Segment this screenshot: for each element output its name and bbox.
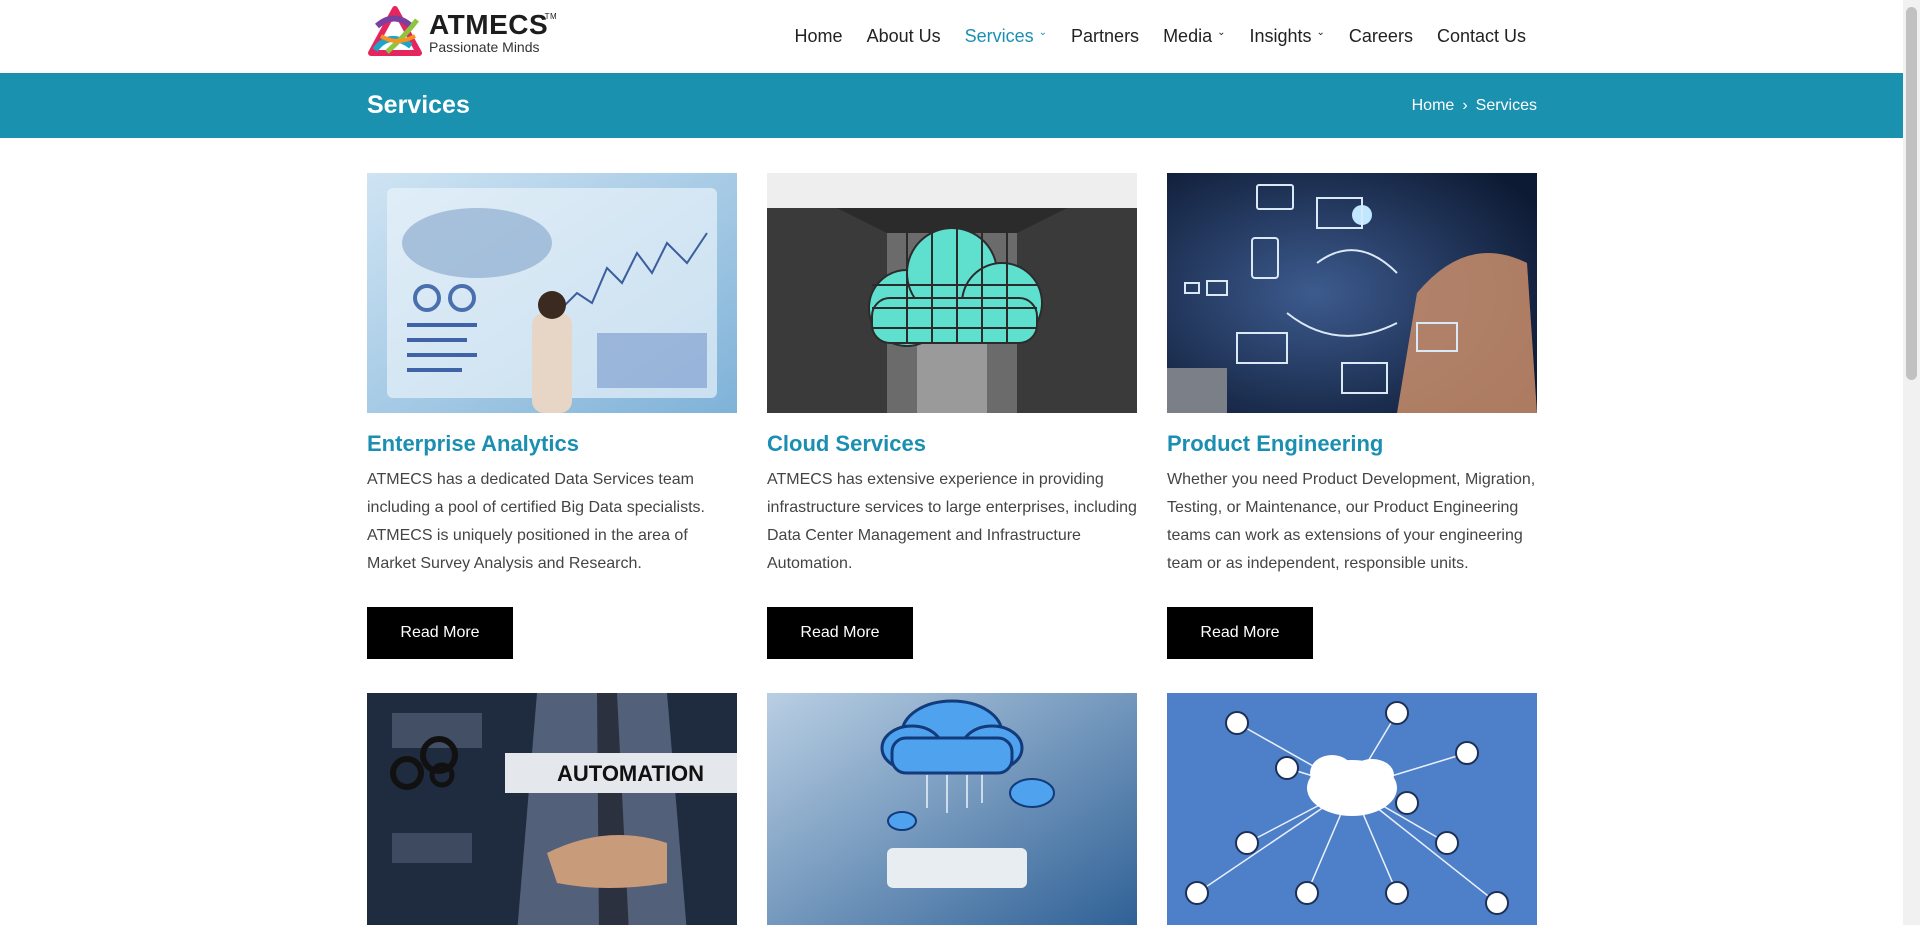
chevron-down-icon: ⌄ — [1038, 27, 1048, 38]
cloud-tablet-image[interactable] — [767, 693, 1137, 925]
vertical-scrollbar[interactable] — [1903, 0, 1920, 925]
header: ATMECS TM Passionate Minds Home About Us … — [0, 0, 1903, 73]
nav-item-services[interactable]: Services ⌄ — [965, 26, 1047, 47]
brand-name: ATMECS — [429, 8, 549, 40]
breadcrumb-separator: › — [1462, 97, 1468, 114]
atmecs-logo-icon — [368, 6, 422, 56]
page-title: Services — [367, 91, 470, 119]
card-title[interactable]: Product Engineering — [1167, 431, 1383, 457]
enterprise-analytics-image[interactable] — [367, 173, 737, 413]
service-card-iot — [1167, 693, 1537, 925]
iot-network-image[interactable] — [1167, 693, 1537, 925]
brand-tagline: Passionate Minds — [429, 38, 540, 55]
breadcrumb-current: Services — [1475, 97, 1537, 114]
service-card-cloud-tablet — [767, 693, 1137, 925]
service-card-enterprise-analytics: Enterprise Analytics ATMECS has a dedica… — [367, 173, 737, 659]
card-title[interactable]: Cloud Services — [767, 431, 926, 457]
page-title-bar: Services Home › Services — [0, 73, 1903, 138]
service-card-product-engineering: Product Engineering Whether you need Pro… — [1167, 173, 1537, 659]
read-more-button[interactable]: Read More — [367, 607, 513, 659]
card-description: ATMECS has extensive experience in provi… — [767, 471, 1137, 572]
card-description: ATMECS has a dedicated Data Services tea… — [367, 471, 705, 572]
breadcrumb: Home › Services — [1412, 97, 1537, 115]
automation-label: AUTOMATION — [557, 761, 704, 786]
service-card-cloud-services: Cloud Services ATMECS has extensive expe… — [767, 173, 1137, 659]
nav-item-contact-us[interactable]: Contact Us — [1437, 26, 1526, 47]
main-nav: Home About Us Services ⌄ Partners Media ⌄ … — [771, 0, 1526, 73]
brand-logo[interactable]: ATMECS TM Passionate Minds — [367, 6, 557, 58]
scrollbar-thumb[interactable] — [1906, 7, 1917, 380]
read-more-button[interactable]: Read More — [1167, 607, 1313, 659]
automation-image[interactable]: AUTOMATION — [367, 693, 737, 925]
card-title[interactable]: Enterprise Analytics — [367, 431, 579, 457]
breadcrumb-home-link[interactable]: Home — [1412, 97, 1455, 115]
nav-item-home[interactable]: Home — [795, 26, 843, 47]
card-description: Whether you need Product Development, Mi… — [1167, 471, 1536, 572]
nav-item-about-us[interactable]: About Us — [867, 26, 941, 47]
nav-item-partners[interactable]: Partners — [1071, 26, 1139, 47]
service-card-automation: AUTOMATION — [367, 693, 737, 925]
chevron-down-icon: ⌄ — [1217, 27, 1226, 38]
chevron-down-icon: ⌄ — [1316, 27, 1325, 38]
nav-item-careers[interactable]: Careers — [1349, 26, 1413, 47]
nav-item-insights[interactable]: Insights ⌄ — [1249, 26, 1324, 47]
nav-item-media[interactable]: Media ⌄ — [1163, 26, 1225, 47]
trademark-mark: TM — [544, 11, 558, 21]
read-more-button[interactable]: Read More — [767, 607, 913, 659]
cloud-services-image[interactable] — [767, 173, 1137, 413]
product-engineering-image[interactable] — [1167, 173, 1537, 413]
